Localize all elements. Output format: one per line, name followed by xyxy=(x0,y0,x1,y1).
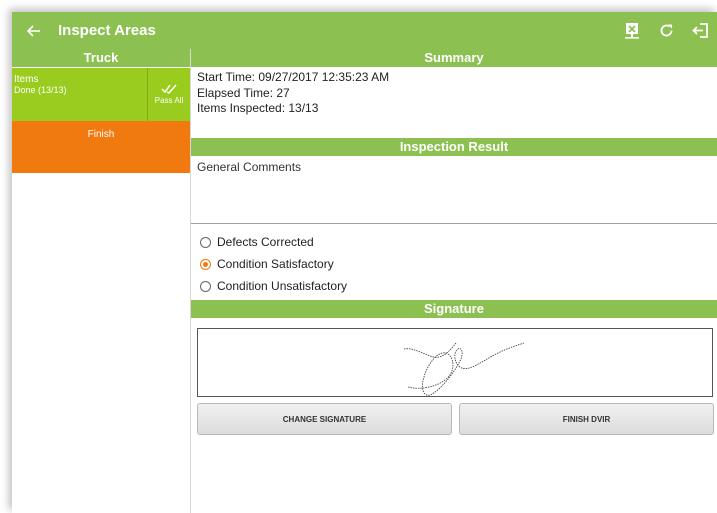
export-button[interactable] xyxy=(615,12,649,49)
items-info: Items Done (13/13) xyxy=(12,68,147,121)
signature-header: Signature xyxy=(191,300,717,318)
radio-button[interactable] xyxy=(200,280,211,292)
signature-actions: CHANGE SIGNATURE FINISH DVIR xyxy=(197,403,717,435)
elapsed-time-text: Elapsed Time: 27 xyxy=(197,85,290,100)
export-icon xyxy=(625,23,639,39)
app-window: Inspect Areas Truck Items Done (13/13) P… xyxy=(12,12,717,513)
dvir-details-panel: Summary Start Time: 09/27/2017 12:35:23 … xyxy=(191,49,717,513)
items-status: Done (13/13) xyxy=(14,85,67,95)
signature-drawing xyxy=(403,342,525,396)
items-inspected-text: Items Inspected: 13/13 xyxy=(197,101,319,115)
refresh-icon xyxy=(660,24,672,37)
summary-header: Summary xyxy=(191,49,717,67)
condition-satisfactory-option[interactable]: Condition Satisfactory xyxy=(191,253,717,275)
items-row[interactable]: Items Done (13/13) Pass All xyxy=(12,67,190,121)
back-button[interactable] xyxy=(16,12,52,49)
pass-all-button[interactable]: Pass All xyxy=(147,68,190,121)
double-check-icon xyxy=(161,84,177,94)
app-bar-actions xyxy=(615,12,717,49)
logout-button[interactable] xyxy=(683,12,717,49)
signature-pad[interactable] xyxy=(197,328,713,397)
app-bar: Inspect Areas xyxy=(12,12,717,49)
option-label: Condition Satisfactory xyxy=(217,257,334,271)
finish-button[interactable]: Finish xyxy=(12,121,190,173)
pass-all-label: Pass All xyxy=(154,96,184,105)
option-label: Condition Unsatisfactory xyxy=(217,279,348,293)
summary-section: Start Time: 09/27/2017 12:35:23 AM Elaps… xyxy=(191,67,717,138)
inspection-areas-panel: Truck Items Done (13/13) Pass All Finish xyxy=(12,49,191,513)
defects-corrected-option[interactable]: Defects Corrected xyxy=(191,231,717,253)
arrow-left-icon xyxy=(27,24,40,37)
finish-dvir-button[interactable]: FINISH DVIR xyxy=(459,403,714,435)
items-label: Items xyxy=(14,74,39,85)
truck-header: Truck xyxy=(12,49,190,67)
start-time-text: Start Time: 09/27/2017 12:35:23 AM xyxy=(197,70,390,84)
radio-button-selected[interactable] xyxy=(200,258,211,270)
option-label: Defects Corrected xyxy=(217,235,314,249)
change-signature-button[interactable]: CHANGE SIGNATURE xyxy=(197,403,452,435)
radio-button[interactable] xyxy=(200,236,211,248)
refresh-button[interactable] xyxy=(649,12,683,49)
inspection-result-header: Inspection Result xyxy=(191,138,717,156)
page-title: Inspect Areas xyxy=(58,22,156,39)
condition-unsatisfactory-option[interactable]: Condition Unsatisfactory xyxy=(191,275,717,297)
logout-icon xyxy=(691,23,708,38)
general-comments-field[interactable]: General Comments xyxy=(191,156,717,224)
